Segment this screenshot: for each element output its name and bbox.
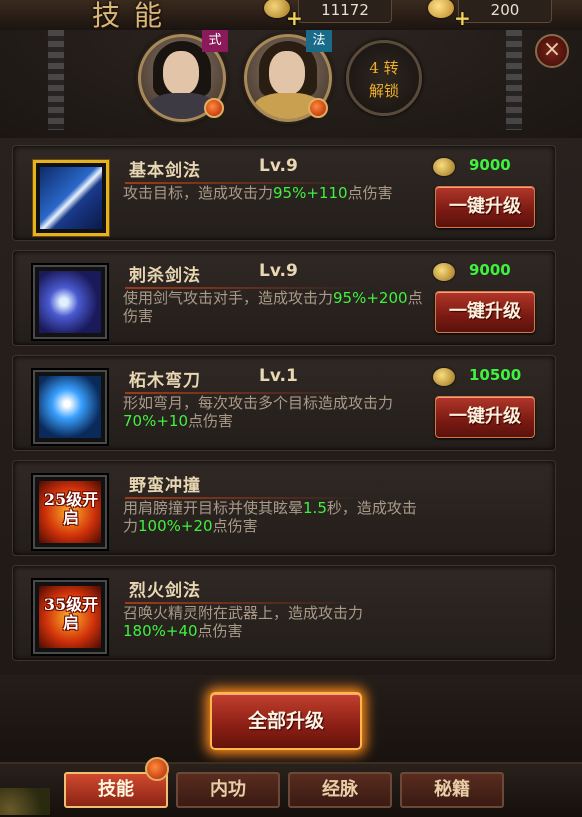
upgrade-all-button[interactable]: 全部升级	[210, 692, 362, 750]
skill-row[interactable]: 基本剑法 Lv.9 攻击目标，造成攻击力95%+110点伤害 9000 一键升级	[12, 145, 556, 241]
skill-row[interactable]: 刺杀剑法 Lv.9 使用剑气攻击对手，造成攻击力95%+200点伤害 9000 …	[12, 250, 556, 346]
add-gold-icon[interactable]: +	[454, 6, 471, 30]
skill-icon-slot[interactable]	[33, 370, 107, 444]
thrust-skill-icon	[39, 271, 101, 333]
skill-level: Lv.9	[259, 261, 298, 281]
skill-row-locked[interactable]: 25级开启 野蛮冲撞 用肩膀撞开目标并使其眩晕1.5秒，造成攻击力100%+20…	[12, 460, 556, 556]
unlock-level-label: 35级开启	[43, 595, 99, 632]
class-badge-1: 式	[202, 30, 228, 52]
class-badge-2: 法	[306, 30, 332, 52]
chain-right	[506, 30, 522, 130]
lock-line-2: 解锁	[368, 82, 399, 100]
notification-dot-1	[204, 98, 224, 118]
locked-character-slot[interactable]: 4 转 解锁	[346, 40, 422, 116]
upgrade-cost: 9000	[469, 261, 511, 279]
unlock-level-label: 25级开启	[43, 490, 99, 527]
tab-bar: 技能 内功 经脉 秘籍	[0, 762, 582, 817]
skill-list: 基本剑法 Lv.9 攻击目标，造成攻击力95%+110点伤害 9000 一键升级…	[12, 145, 556, 665]
gold-resource: 200	[458, 0, 552, 23]
copper-coin-icon	[433, 263, 455, 281]
close-button[interactable]: ×	[535, 34, 569, 68]
sword-skill-icon	[40, 167, 102, 229]
skill-name: 野蛮冲撞	[129, 476, 201, 496]
skill-level: Lv.9	[259, 156, 298, 176]
skill-row-locked[interactable]: 35级开启 烈火剑法 召唤火精灵附在武器上，造成攻击力180%+40点伤害	[12, 565, 556, 661]
skill-description: 用肩膀撞开目标并使其眩晕1.5秒，造成攻击力100%+20点伤害	[123, 499, 417, 535]
skill-name: 柘木弯刀	[129, 371, 201, 391]
copper-coin-icon	[433, 158, 455, 176]
tab-inner-power[interactable]: 内功	[176, 772, 280, 808]
skill-icon-slot[interactable]: 35级开启	[33, 580, 107, 654]
copper-resource: 11172	[298, 0, 392, 23]
notification-dot-2	[308, 98, 328, 118]
skill-description: 召唤火精灵附在武器上，造成攻击力180%+40点伤害	[123, 604, 364, 640]
upgrade-cost: 9000	[469, 156, 511, 174]
skill-row[interactable]: 柘木弯刀 Lv.1 形如弯月，每次攻击多个目标造成攻击力70%+10点伤害 10…	[12, 355, 556, 451]
crescent-blade-icon	[39, 376, 101, 438]
corner-ornament	[0, 788, 50, 815]
copper-coin-icon	[433, 368, 455, 386]
tab-notification-dot	[145, 757, 169, 781]
skill-icon-slot[interactable]: 25级开启	[33, 475, 107, 549]
chain-left	[48, 30, 64, 130]
add-copper-icon[interactable]: +	[286, 6, 303, 30]
one-key-upgrade-button[interactable]: 一键升级	[435, 396, 535, 438]
skill-description: 攻击目标，造成攻击力95%+110点伤害	[123, 184, 393, 202]
tab-meridians[interactable]: 经脉	[288, 772, 392, 808]
skill-description: 形如弯月，每次攻击多个目标造成攻击力70%+10点伤害	[123, 394, 394, 430]
skill-name: 烈火剑法	[129, 581, 201, 601]
top-bar: 技能 11172 + 200 +	[0, 0, 582, 32]
one-key-upgrade-button[interactable]: 一键升级	[435, 291, 535, 333]
copper-amount: 11172	[321, 1, 369, 19]
tab-secret-books[interactable]: 秘籍	[400, 772, 504, 808]
skill-icon-slot[interactable]	[33, 265, 107, 339]
skill-description: 使用剑气攻击对手，造成攻击力95%+200点伤害	[123, 289, 423, 325]
lock-line-1: 4 转	[369, 59, 399, 77]
skill-icon-slot[interactable]	[33, 160, 109, 236]
upgrade-cost: 10500	[469, 366, 522, 384]
skill-name: 基本剑法	[129, 161, 201, 181]
gold-amount: 200	[490, 1, 520, 19]
gold-ingot-icon	[428, 0, 454, 18]
skill-level: Lv.1	[259, 366, 298, 386]
page-title: 技能	[92, 0, 177, 32]
skill-name: 刺杀剑法	[129, 266, 201, 286]
one-key-upgrade-button[interactable]: 一键升级	[435, 186, 535, 228]
